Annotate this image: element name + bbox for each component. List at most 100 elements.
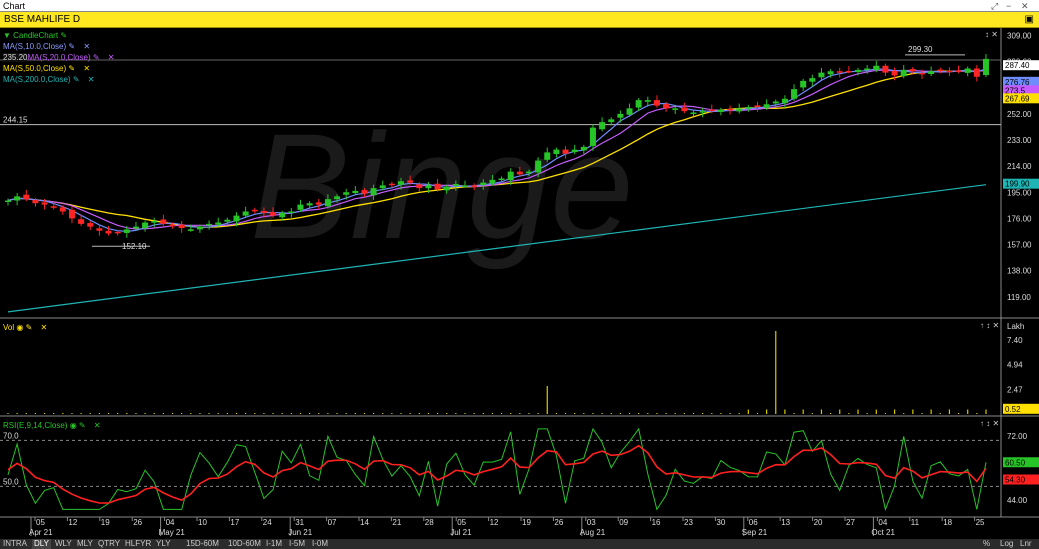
candle-body	[452, 184, 459, 186]
last-price-tag: 287.40	[1005, 61, 1030, 70]
candle-body	[845, 70, 852, 73]
minimize-icon[interactable]: −	[1006, 0, 1011, 12]
candle-body	[836, 71, 843, 73]
symbol-label[interactable]: BSE MAHLIFE D	[4, 12, 80, 28]
candle-body	[727, 108, 734, 111]
interval-intra[interactable]: INTRA	[3, 539, 27, 549]
x-axis: 05Apr 2112 19 26 04May 2110 17 24 31Jun 2107 14…	[29, 517, 985, 537]
price-tick-label: 119.00	[1007, 293, 1031, 302]
overlay-ma20[interactable]: 235.20MA(S,20.0,Close) ✎ ✕	[3, 52, 114, 63]
interval-15d-60m[interactable]: 15D-60M	[186, 539, 219, 549]
candle-body	[772, 101, 779, 104]
candle-body	[462, 185, 468, 187]
ma200-tag: 199.90	[1005, 180, 1030, 189]
x-tick-label: 26	[554, 518, 563, 527]
candle-body	[781, 98, 788, 104]
scale-percent[interactable]: %	[983, 539, 990, 549]
pencil-icon[interactable]: ✎	[68, 42, 75, 51]
candle-body	[370, 188, 377, 196]
panel-arrows-icon[interactable]: ↕ ✕	[985, 30, 998, 39]
x-tick-label: 26	[133, 518, 142, 527]
candle-body	[388, 183, 395, 186]
candle-body	[873, 65, 880, 71]
x-tick-label: 16	[652, 518, 661, 527]
interval-i-1m[interactable]: I-1M	[266, 539, 282, 549]
candle-body	[206, 223, 213, 226]
remove-icon[interactable]: ✕	[83, 42, 90, 51]
remove-icon[interactable]: ✕	[88, 75, 95, 84]
remove-icon[interactable]: ✕	[108, 53, 115, 62]
interval-qtry[interactable]: QTRY	[98, 539, 120, 549]
x-tick-label: 05	[36, 518, 45, 527]
interval-dly[interactable]: DLY	[32, 539, 51, 549]
vol-panel-header[interactable]: Vol ◉ ✎ ✕	[3, 322, 47, 333]
candle-body	[178, 224, 185, 228]
candle-body	[507, 171, 514, 181]
candle-body	[315, 202, 322, 205]
interval-hlfyr[interactable]: HLFYR	[125, 539, 151, 549]
overlay-label: MA(S,20.0,Close)	[27, 53, 91, 62]
lock-icon[interactable]: ▣	[1025, 12, 1034, 28]
pencil-icon[interactable]: ✎	[79, 421, 86, 430]
candle-body	[489, 179, 496, 184]
pencil-icon[interactable]: ✎	[93, 53, 100, 62]
vol-tick-label: 4.94	[1007, 361, 1023, 370]
x-tick-label: 09	[619, 518, 628, 527]
pencil-icon[interactable]: ✎	[73, 75, 80, 84]
candle-body	[242, 211, 249, 216]
candle-body	[23, 194, 30, 200]
overlay-candlechart[interactable]: ▼ CandleChart ✎	[3, 30, 67, 41]
overlay-ma200[interactable]: MA(S,200.0,Close) ✎ ✕	[3, 74, 94, 85]
remove-icon[interactable]: ✕	[41, 323, 48, 332]
window-titlebar: Chart ⤢ − ✕	[0, 0, 1039, 12]
vol-panel-arrows-icon[interactable]: ↑ ↕ ✕	[980, 321, 999, 330]
candle-body	[68, 209, 75, 219]
candle-body	[525, 171, 532, 174]
x-month-label: Oct 21	[871, 528, 895, 537]
overlay-label: MA(S,200.0,Close)	[3, 75, 71, 84]
collapse-icon[interactable]: ▼	[3, 31, 11, 40]
rsi-panel-arrows-icon[interactable]: ↑ ↕ ✕	[980, 419, 999, 428]
x-tick-label: 21	[392, 518, 401, 527]
rsi-tick-label: 44.00	[1007, 496, 1028, 505]
interval-yly[interactable]: YLY	[156, 539, 171, 549]
candle-body	[471, 185, 478, 187]
close-icon[interactable]: ✕	[1021, 0, 1029, 12]
pencil-icon[interactable]: ✎	[68, 64, 75, 73]
x-tick-label: 18	[943, 518, 952, 527]
candle-body	[196, 226, 203, 230]
x-tick-label: 11	[911, 518, 920, 527]
x-month-label: Sep 21	[742, 528, 768, 537]
candle-body	[864, 68, 871, 70]
scale-log[interactable]: Log	[1000, 539, 1013, 549]
overlay-ma50[interactable]: MA(S,50.0,Close) ✎ ✕	[3, 63, 90, 74]
rsi-panel-header[interactable]: RSI(E,9,14,Close) ◉ ✎ ✕	[3, 420, 101, 431]
interval-i-0m[interactable]: I-0M	[312, 539, 328, 549]
rsi-signal-tag: 54.30	[1005, 476, 1026, 485]
rsi-line	[7, 427, 987, 512]
eye-icon[interactable]: ◉	[16, 323, 23, 332]
interval-wly[interactable]: WLY	[55, 539, 72, 549]
x-tick-label: 19	[522, 518, 531, 527]
x-tick-label: 10	[198, 518, 207, 527]
candle-body	[681, 107, 688, 112]
chart-area[interactable]: Binge 309.00290.00271.00252.00233.00214.…	[0, 28, 1039, 539]
candle-body	[855, 69, 862, 73]
overlay-label: MA(S,50.0,Close)	[3, 64, 67, 73]
eye-icon[interactable]: ◉	[70, 421, 77, 430]
interval-mly[interactable]: MLY	[77, 539, 93, 549]
remove-icon[interactable]: ✕	[94, 421, 101, 430]
candle-body	[352, 190, 359, 194]
remove-icon[interactable]: ✕	[83, 64, 90, 73]
overlay-ma10[interactable]: MA(S,10.0,Close) ✎ ✕	[3, 41, 90, 52]
candle-body	[96, 228, 103, 231]
scale-linear[interactable]: Lnr	[1020, 539, 1032, 549]
interval-i-5m[interactable]: I-5M	[289, 539, 305, 549]
interval-10d-60m[interactable]: 10D-60M	[228, 539, 261, 549]
x-month-label: Apr 21	[29, 528, 53, 537]
restore-icon[interactable]: ⤢	[991, 0, 998, 12]
rsi-panel-label: RSI(E,9,14,Close)	[3, 421, 68, 430]
pencil-icon[interactable]: ✎	[60, 31, 67, 40]
candle-body	[32, 199, 39, 204]
pencil-icon[interactable]: ✎	[26, 323, 33, 332]
